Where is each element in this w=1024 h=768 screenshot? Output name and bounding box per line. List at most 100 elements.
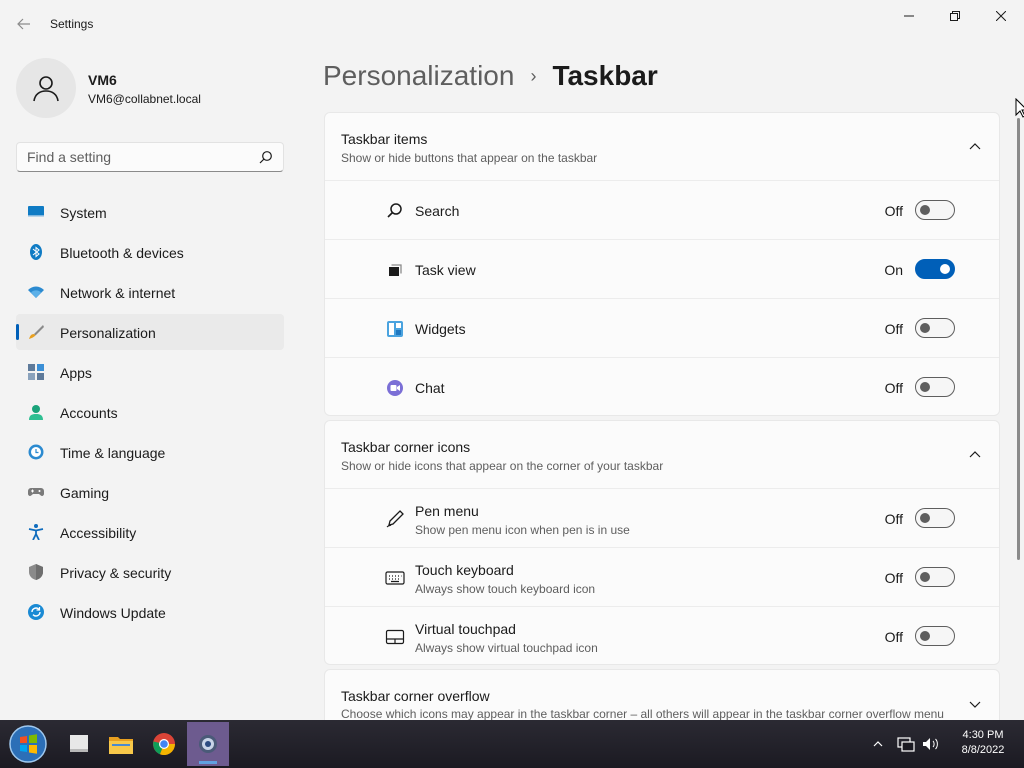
taskbar-clock[interactable]: 4:30 PM 8/8/2022 bbox=[952, 728, 1014, 758]
toggle-state-text: Off bbox=[884, 570, 903, 586]
taskbar-app-file-explorer[interactable] bbox=[100, 722, 142, 766]
sidebar-item-privacy-security[interactable]: Privacy & security bbox=[16, 554, 284, 590]
sidebar-item-label: Bluetooth & devices bbox=[60, 245, 184, 261]
taskbar-app-chrome[interactable] bbox=[143, 722, 185, 766]
keyboard-icon bbox=[385, 571, 405, 585]
person-icon bbox=[33, 76, 59, 102]
sidebar-item-label: Time & language bbox=[60, 445, 166, 461]
task-view-toggle[interactable] bbox=[915, 259, 955, 279]
sidebar-item-label: System bbox=[60, 205, 107, 221]
minimize-button[interactable] bbox=[886, 0, 932, 32]
touch-keyboard-toggle[interactable] bbox=[915, 567, 955, 587]
search-toggle[interactable] bbox=[915, 200, 955, 220]
taskbar-corner-icons-header[interactable]: Taskbar corner icons Show or hide icons … bbox=[325, 421, 999, 489]
settings-app-icon bbox=[199, 735, 217, 753]
setting-label: Chat bbox=[415, 380, 445, 396]
chevron-up-icon bbox=[873, 741, 883, 747]
breadcrumb: Personalization › Taskbar bbox=[323, 58, 658, 94]
search-box[interactable] bbox=[16, 142, 284, 172]
person-icon bbox=[29, 405, 43, 420]
mouse-cursor-icon bbox=[1015, 98, 1024, 118]
setting-label: Touch keyboard bbox=[415, 562, 514, 578]
start-button[interactable] bbox=[6, 724, 50, 764]
taskbar-app-desktop[interactable] bbox=[58, 722, 100, 766]
network-tray-button[interactable] bbox=[896, 734, 916, 754]
setting-row-touch-keyboard: Touch keyboard Always show touch keyboar… bbox=[325, 548, 999, 607]
setting-row-widgets: Widgets Off bbox=[325, 299, 999, 358]
back-button[interactable] bbox=[12, 12, 36, 36]
shield-icon bbox=[29, 564, 43, 580]
clock-date: 8/8/2022 bbox=[961, 744, 1005, 756]
toggle-knob bbox=[920, 513, 930, 523]
taskbar-items-header[interactable]: Taskbar items Show or hide buttons that … bbox=[325, 113, 999, 181]
setting-label: Search bbox=[415, 203, 460, 219]
file-explorer-icon bbox=[109, 737, 133, 754]
setting-description: Always show touch keyboard icon bbox=[415, 582, 596, 596]
page-title: Taskbar bbox=[552, 60, 658, 91]
close-button[interactable] bbox=[978, 0, 1024, 32]
toggle-state-text: Off bbox=[884, 203, 903, 219]
setting-row-task-view: Task view On bbox=[325, 240, 999, 299]
brush-icon bbox=[29, 325, 44, 339]
sidebar-item-bluetooth[interactable]: Bluetooth & devices bbox=[16, 234, 284, 270]
update-icon bbox=[28, 604, 44, 620]
setting-description: Always show virtual touchpad icon bbox=[415, 641, 598, 655]
sidebar-item-network[interactable]: Network & internet bbox=[16, 274, 284, 310]
setting-label: Widgets bbox=[415, 321, 466, 337]
clock-globe-icon bbox=[28, 444, 44, 460]
toggle-knob bbox=[940, 264, 950, 274]
chat-icon bbox=[387, 380, 403, 396]
desktop-icon bbox=[70, 735, 88, 752]
user-profile[interactable]: VM6 VM6@collabnet.local bbox=[16, 58, 286, 118]
breadcrumb-separator: › bbox=[530, 65, 537, 86]
pen-icon bbox=[386, 510, 404, 528]
virtual-touchpad-toggle[interactable] bbox=[915, 626, 955, 646]
section-title: Taskbar corner icons bbox=[341, 439, 471, 455]
toggle-knob bbox=[920, 382, 930, 392]
toggle-state-text: On bbox=[884, 262, 903, 278]
pen-menu-toggle[interactable] bbox=[915, 508, 955, 528]
task-view-icon bbox=[389, 264, 402, 276]
setting-row-search: Search Off bbox=[325, 181, 999, 240]
setting-row-virtual-touchpad: Virtual touchpad Always show virtual tou… bbox=[325, 607, 999, 664]
setting-label: Virtual touchpad bbox=[415, 621, 516, 637]
sidebar-item-label: Personalization bbox=[60, 325, 156, 341]
sidebar-item-label: Apps bbox=[60, 365, 92, 381]
setting-label: Pen menu bbox=[415, 503, 479, 519]
sidebar-item-label: Windows Update bbox=[60, 605, 166, 621]
section-subtitle: Show or hide buttons that appear on the … bbox=[341, 151, 598, 165]
maximize-button[interactable] bbox=[932, 0, 978, 32]
chevron-down-icon[interactable] bbox=[967, 696, 983, 712]
sidebar-item-time-language[interactable]: Time & language bbox=[16, 434, 284, 470]
start-orb-icon bbox=[9, 725, 47, 763]
profile-email: VM6@collabnet.local bbox=[88, 92, 201, 106]
sidebar-item-accounts[interactable]: Accounts bbox=[16, 394, 284, 430]
sidebar-item-personalization[interactable]: Personalization bbox=[16, 314, 284, 350]
volume-tray-button[interactable] bbox=[921, 734, 941, 754]
sidebar-item-windows-update[interactable]: Windows Update bbox=[16, 594, 284, 630]
touchpad-icon bbox=[385, 629, 405, 645]
show-hidden-icons-button[interactable] bbox=[868, 734, 888, 754]
section-subtitle: Show or hide icons that appear on the co… bbox=[341, 459, 664, 473]
sidebar-item-apps[interactable]: Apps bbox=[16, 354, 284, 390]
taskbar: 4:30 PM 8/8/2022 bbox=[0, 720, 1024, 768]
window-title: Settings bbox=[50, 17, 94, 31]
search-input[interactable] bbox=[17, 143, 253, 171]
gamepad-icon bbox=[28, 488, 44, 496]
chevron-up-icon[interactable] bbox=[967, 139, 983, 155]
breadcrumb-parent[interactable]: Personalization bbox=[323, 60, 514, 92]
profile-name: VM6 bbox=[88, 72, 117, 88]
widgets-toggle[interactable] bbox=[915, 318, 955, 338]
search-icon[interactable] bbox=[259, 150, 273, 164]
sidebar-item-label: Network & internet bbox=[60, 285, 176, 301]
chat-toggle[interactable] bbox=[915, 377, 955, 397]
scrollbar-thumb[interactable] bbox=[1017, 118, 1020, 560]
sidebar-item-accessibility[interactable]: Accessibility bbox=[16, 514, 284, 550]
sidebar-item-gaming[interactable]: Gaming bbox=[16, 474, 284, 510]
sidebar-item-system[interactable]: System bbox=[16, 194, 284, 230]
clock-time: 4:30 PM bbox=[962, 729, 1004, 741]
chevron-up-icon[interactable] bbox=[967, 447, 983, 463]
avatar bbox=[16, 58, 76, 118]
taskbar-app-settings[interactable] bbox=[187, 722, 229, 766]
toggle-knob bbox=[920, 205, 930, 215]
